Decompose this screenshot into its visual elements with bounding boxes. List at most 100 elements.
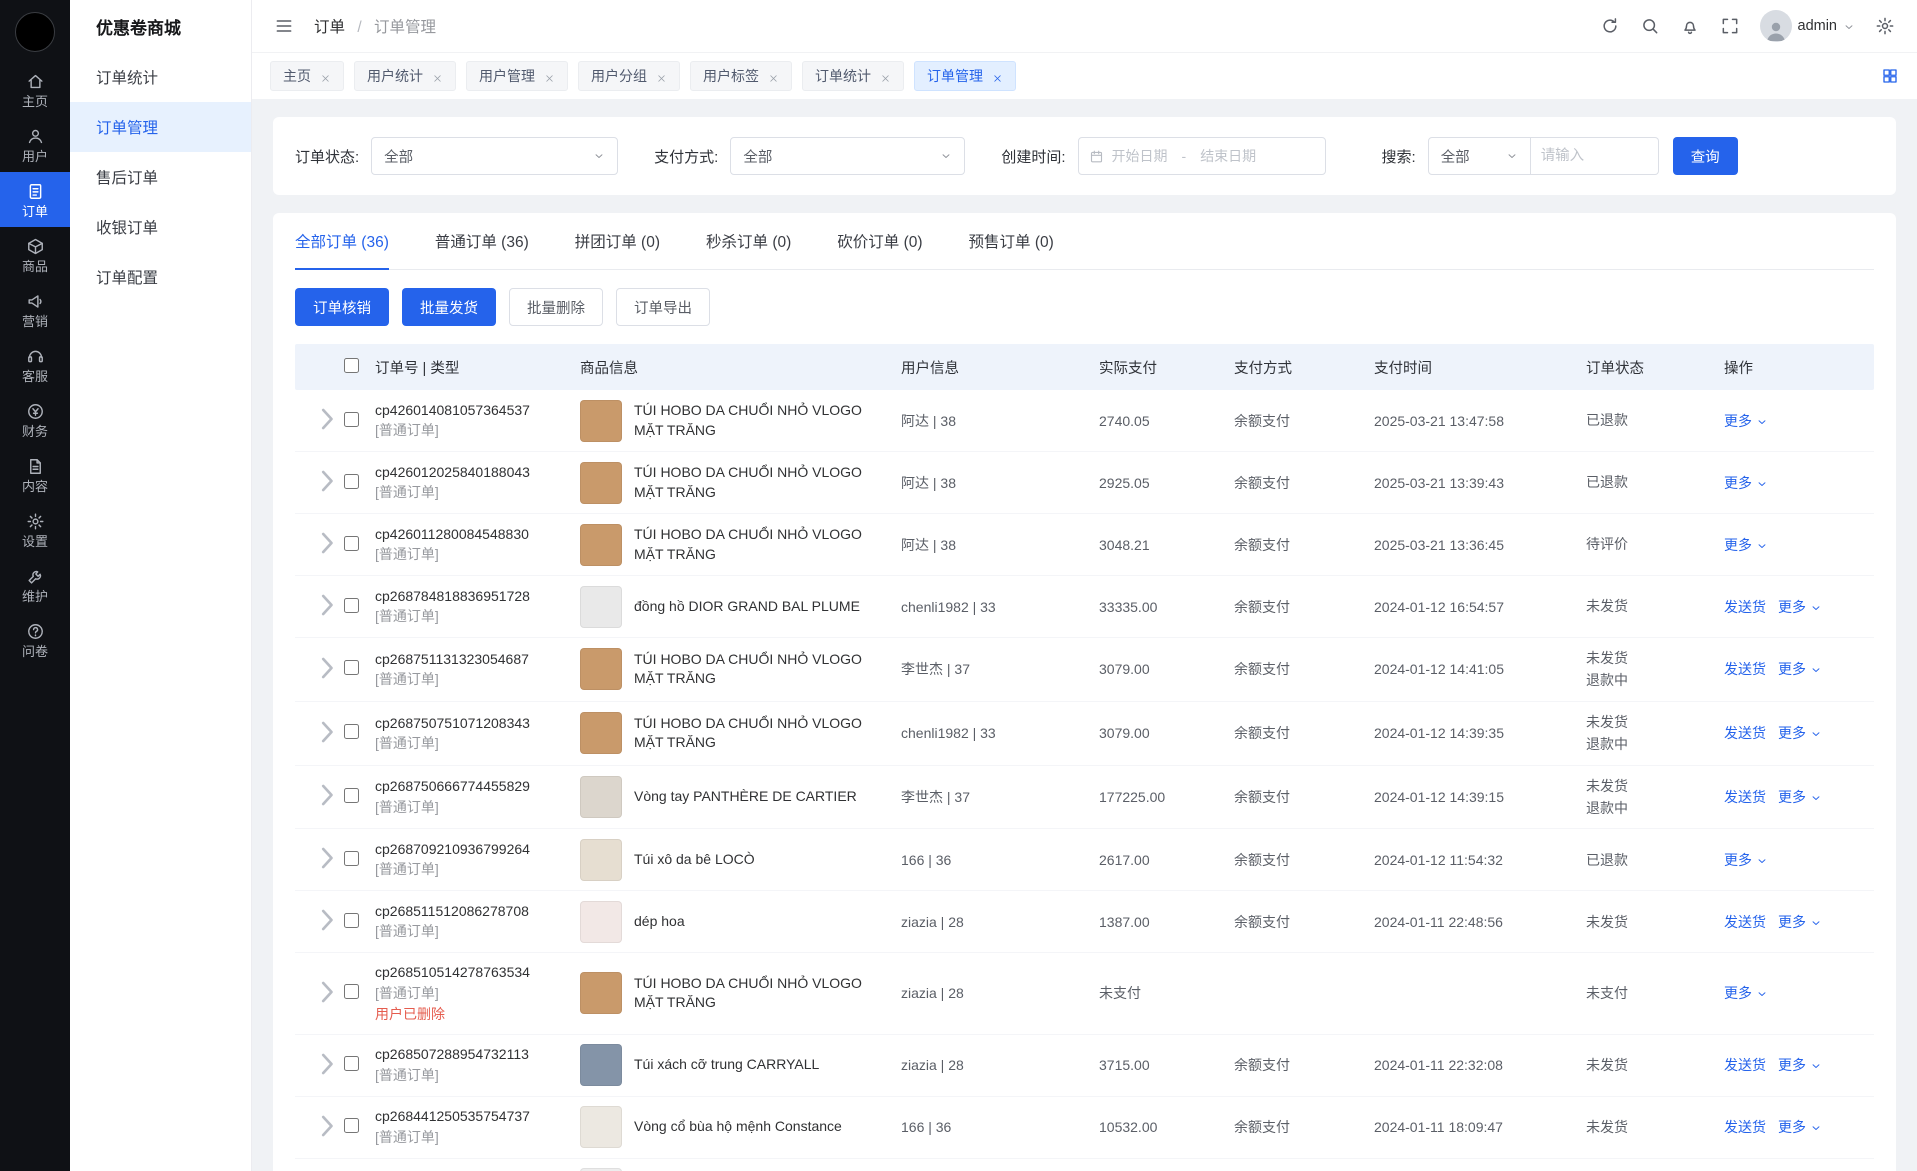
toolbar-button[interactable]: 批量删除: [509, 288, 603, 326]
page-tab[interactable]: 用户标签: [690, 61, 792, 91]
side-menu-item[interactable]: 订单统计: [70, 52, 251, 102]
more-action-link[interactable]: 更多: [1724, 535, 1768, 555]
col-time: 支付时间: [1374, 357, 1586, 378]
order-number-cell: cp268709210936799264[普通订单]: [375, 839, 580, 880]
search-scope-select[interactable]: 全部: [1428, 137, 1531, 175]
ship-action-link[interactable]: 发送货: [1724, 659, 1766, 679]
toolbar-button[interactable]: 订单导出: [616, 288, 710, 326]
toolbar-button[interactable]: 订单核销: [295, 288, 389, 326]
tab-grid-icon[interactable]: [1881, 67, 1899, 85]
rail-item-label: 设置: [22, 535, 48, 548]
page-tab[interactable]: 主页: [270, 61, 344, 91]
more-action-link[interactable]: 更多: [1724, 473, 1768, 493]
row-checkbox[interactable]: [344, 1056, 359, 1071]
more-action-link[interactable]: 更多: [1778, 723, 1822, 743]
ship-action-link[interactable]: 发送货: [1724, 1117, 1766, 1137]
ship-action-link[interactable]: 发送货: [1724, 723, 1766, 743]
rail-item-maintain[interactable]: 维护: [0, 557, 70, 612]
product-name: TÚI HOBO DA CHUỔI NHỎ VLOGO MẶT TRĂNG: [634, 650, 885, 689]
user-info-cell: 李世杰 | 37: [901, 659, 1099, 679]
row-checkbox[interactable]: [344, 851, 359, 866]
row-checkbox[interactable]: [344, 598, 359, 613]
row-expand-cell: [295, 840, 331, 879]
settings-gear-icon[interactable]: [1875, 16, 1895, 36]
actions-cell: 发送货更多: [1724, 787, 1874, 807]
ship-action-link[interactable]: 发送货: [1724, 1055, 1766, 1075]
order-type-tab[interactable]: 秒杀订单 (0): [706, 213, 791, 269]
row-checkbox[interactable]: [344, 660, 359, 675]
more-action-link[interactable]: 更多: [1778, 1117, 1822, 1137]
query-button[interactable]: 查询: [1673, 137, 1738, 175]
order-type-tab[interactable]: 预售订单 (0): [969, 213, 1054, 269]
rail-item-goods[interactable]: 商品: [0, 227, 70, 282]
more-action-link[interactable]: 更多: [1778, 1055, 1822, 1075]
rail-item-content[interactable]: 内容: [0, 447, 70, 502]
order-type-tab[interactable]: 拼团订单 (0): [575, 213, 660, 269]
more-action-link[interactable]: 更多: [1724, 411, 1768, 431]
more-action-link[interactable]: 更多: [1778, 912, 1822, 932]
search-icon[interactable]: [1640, 16, 1660, 36]
rail-item-label: 商品: [22, 260, 48, 273]
pay-method-select[interactable]: 全部: [730, 137, 965, 175]
rail-item-settings[interactable]: 设置: [0, 502, 70, 557]
page-tab[interactable]: 用户管理: [466, 61, 568, 91]
date-range-picker[interactable]: 开始日期 - 结束日期: [1078, 137, 1326, 175]
notification-bell-icon[interactable]: [1680, 16, 1700, 36]
order-type-tab[interactable]: 砍价订单 (0): [837, 213, 922, 269]
row-checkbox[interactable]: [344, 913, 359, 928]
rail-item-finance[interactable]: 财务: [0, 392, 70, 447]
rail-item-service[interactable]: 客服: [0, 337, 70, 392]
more-action-link[interactable]: 更多: [1778, 597, 1822, 617]
paid-amount-cell: 3079.00: [1099, 725, 1234, 741]
order-type-tab[interactable]: 普通订单 (36): [435, 213, 529, 269]
product-name: Túi xách cỡ trung CARRYALL: [634, 1055, 819, 1075]
user-menu[interactable]: admin: [1760, 10, 1856, 42]
side-menu-item[interactable]: 订单管理: [70, 102, 251, 152]
page-tab[interactable]: 用户统计: [354, 61, 456, 91]
order-status-select[interactable]: 全部: [371, 137, 618, 175]
side-menu-item[interactable]: 订单配置: [70, 252, 251, 302]
rail-item-marketing[interactable]: 营销: [0, 282, 70, 337]
row-checkbox[interactable]: [344, 536, 359, 551]
rail-item-home[interactable]: 主页: [0, 62, 70, 117]
row-select-cell: [331, 1056, 375, 1074]
breadcrumb-order[interactable]: 订单: [314, 19, 345, 36]
chevron-down-icon: [1756, 539, 1768, 551]
more-action-link[interactable]: 更多: [1778, 787, 1822, 807]
rail-item-label: 财务: [22, 425, 48, 438]
more-action-link[interactable]: 更多: [1724, 850, 1768, 870]
refresh-icon[interactable]: [1600, 16, 1620, 36]
page-tab-label: 用户管理: [479, 66, 535, 86]
side-menu-item[interactable]: 收银订单: [70, 202, 251, 252]
status-line: 已退款: [1586, 471, 1724, 493]
page-tab[interactable]: 订单统计: [802, 61, 904, 91]
toolbar-button[interactable]: 批量发货: [402, 288, 496, 326]
page-tab[interactable]: 用户分组: [578, 61, 680, 91]
pay-time-cell: 2024-01-11 18:09:47: [1374, 1119, 1586, 1135]
row-checkbox[interactable]: [344, 412, 359, 427]
ship-action-link[interactable]: 发送货: [1724, 787, 1766, 807]
row-checkbox[interactable]: [344, 1118, 359, 1133]
side-menu-item[interactable]: 售后订单: [70, 152, 251, 202]
hamburger-icon[interactable]: [274, 16, 294, 36]
brand-logo: [15, 12, 55, 52]
fullscreen-icon[interactable]: [1720, 16, 1740, 36]
page-tab[interactable]: 订单管理: [914, 61, 1016, 91]
search-input[interactable]: [1531, 137, 1659, 175]
more-action-link[interactable]: 更多: [1778, 659, 1822, 679]
rail-item-survey[interactable]: 问卷: [0, 612, 70, 667]
rail-item-order[interactable]: 订单: [0, 172, 70, 227]
ship-action-link[interactable]: 发送货: [1724, 597, 1766, 617]
user-info-cell: chenli1982 | 33: [901, 725, 1099, 741]
row-checkbox[interactable]: [344, 474, 359, 489]
rail-item-label: 问卷: [22, 645, 48, 658]
order-status-cell: 已退款: [1586, 849, 1724, 871]
ship-action-link[interactable]: 发送货: [1724, 912, 1766, 932]
select-all-checkbox[interactable]: [344, 358, 359, 373]
row-checkbox[interactable]: [344, 788, 359, 803]
rail-item-user[interactable]: 用户: [0, 117, 70, 172]
order-type-tab[interactable]: 全部订单 (36): [295, 213, 389, 269]
more-action-link[interactable]: 更多: [1724, 983, 1768, 1003]
row-checkbox[interactable]: [344, 724, 359, 739]
row-checkbox[interactable]: [344, 984, 359, 999]
